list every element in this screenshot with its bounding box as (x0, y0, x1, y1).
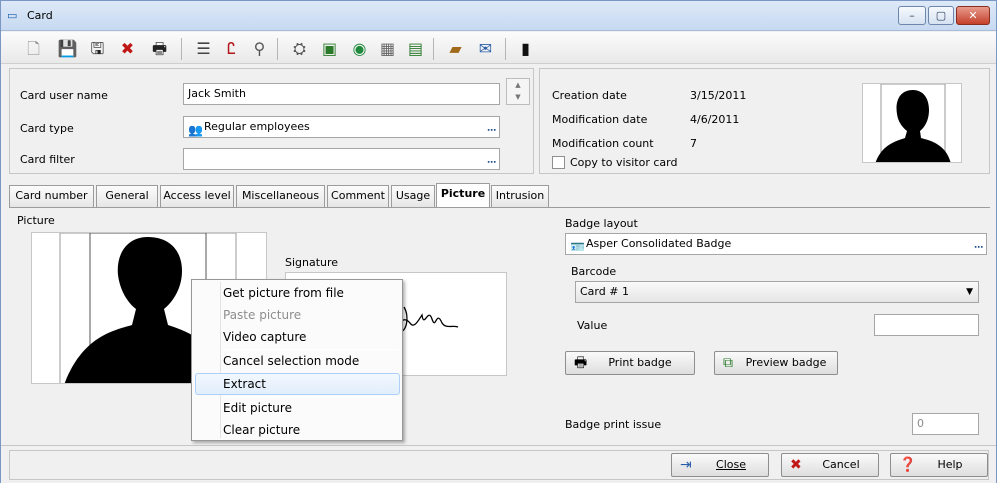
user-name-spinner[interactable]: ▲ ▼ (506, 78, 530, 105)
creation-date-value: 3/15/2011 (690, 89, 747, 102)
tab-miscellaneous[interactable]: Miscellaneous (236, 185, 325, 207)
card-filter-browse-icon[interactable]: ⋯ (487, 153, 496, 173)
badge-layout-icon: 🪪 (570, 240, 585, 254)
close-window-button[interactable]: ✕ (956, 6, 990, 25)
picture-label: Picture (17, 214, 55, 227)
search-icon[interactable]: ⚲ (249, 38, 270, 59)
help-label: Help (937, 458, 963, 471)
folder-icon[interactable]: ▰ (445, 38, 466, 59)
footer-bar: ⇥ Close ✖ Cancel ❓ Help (1, 445, 996, 483)
tab-general[interactable]: General (96, 185, 158, 207)
card-user-name-label: Card user name (20, 89, 108, 102)
tab-picture[interactable]: Picture (436, 183, 490, 208)
barcode-label: Barcode (571, 265, 617, 278)
badge-print-issue-label: Badge print issue (565, 418, 662, 431)
cancel-button[interactable]: ✖ Cancel (781, 453, 879, 477)
card-icon: ▭ (7, 9, 18, 22)
card-photo-thumbnail (862, 83, 962, 163)
person-silhouette-icon (875, 84, 951, 162)
badge-layout-browse-icon[interactable]: ⋯ (974, 238, 983, 258)
menu-extract[interactable]: Extract (223, 373, 266, 395)
maximize-button[interactable]: ▢ (928, 6, 954, 25)
badge-icon[interactable]: ⛭ (289, 38, 310, 59)
tab-usage[interactable]: Usage (391, 185, 435, 207)
menu-edit-picture[interactable]: Edit picture (223, 397, 292, 419)
preview-badge-button[interactable]: ⧉ Preview badge (714, 351, 838, 375)
card-user-name-field[interactable]: Jack Smith (183, 83, 500, 105)
badge-layout-field[interactable]: 🪪 Asper Consolidated Badge ⋯ (565, 233, 987, 255)
barcode-value: Card # 1 (580, 285, 629, 298)
badge-layout-label: Badge layout (565, 217, 638, 230)
card-filter-label: Card filter (20, 153, 75, 166)
new-icon[interactable]: 🗋 (23, 38, 44, 59)
modification-count-label: Modification count (552, 137, 654, 150)
modification-date-value: 4/6/2011 (690, 113, 740, 126)
close-label: Close (716, 458, 746, 471)
card-window: ▭ Card – ▢ ✕ 🗋 💾 🖫 ✖ 🖶 ☰ Ꮭ ⚲ ⛭ ▣ ◉ ▦ ▤ ▰… (0, 0, 997, 483)
copy-to-visitor-checkbox[interactable] (552, 156, 565, 169)
chevron-down-icon: ▼ (966, 287, 973, 297)
list-icon[interactable]: ☰ (193, 38, 214, 59)
window-title: Card (27, 9, 53, 22)
card-type-browse-icon[interactable]: ⋯ (487, 121, 496, 141)
help-button[interactable]: ❓ Help (890, 453, 988, 477)
signature-label: Signature (285, 256, 339, 269)
title-bar: ▭ Card – ▢ ✕ (1, 1, 996, 31)
menu-cancel-selection-mode[interactable]: Cancel selection mode (223, 350, 359, 372)
copy-to-visitor-label: Copy to visitor card (570, 156, 678, 169)
card-type-label: Card type (20, 122, 74, 135)
print-badge-button[interactable]: 🖶 Print badge (565, 351, 695, 375)
export-icon[interactable]: ▣ (319, 38, 340, 59)
tab-access-level[interactable]: Access level (160, 185, 234, 207)
door-icon[interactable]: ▮ (515, 38, 536, 59)
picture-context-menu: Get picture from file Paste picture Vide… (191, 279, 403, 441)
card-fields-panel: Card user name Jack Smith ▲ ▼ Card type 👥… (9, 68, 534, 174)
modification-count-value: 7 (690, 137, 697, 150)
refresh-icon[interactable]: ◉ (349, 38, 370, 59)
link-icon[interactable]: Ꮭ (221, 38, 242, 59)
chart-icon[interactable]: ▤ (405, 38, 426, 59)
print-badge-label: Print badge (608, 356, 672, 369)
tab-intrusion[interactable]: Intrusion (491, 185, 549, 207)
badge-layout-value: Asper Consolidated Badge (586, 237, 732, 250)
creation-date-label: Creation date (552, 89, 627, 102)
menu-video-capture[interactable]: Video capture (223, 326, 306, 348)
badge-print-issue-field: 0 (912, 413, 979, 435)
minimize-button[interactable]: – (898, 6, 926, 25)
save-close-icon[interactable]: 🖫 (87, 38, 108, 59)
menu-paste-picture[interactable]: Paste picture (223, 304, 301, 326)
value-label: Value (577, 319, 608, 332)
tab-card-number[interactable]: Card number (9, 185, 94, 207)
mail-icon[interactable]: ✉ (475, 38, 496, 59)
print-icon[interactable]: 🖶 (149, 38, 170, 59)
delete-icon[interactable]: ✖ (117, 38, 138, 59)
menu-clear-picture[interactable]: Clear picture (223, 419, 300, 441)
modification-date-label: Modification date (552, 113, 648, 126)
toolbar: 🗋 💾 🖫 ✖ 🖶 ☰ Ꮭ ⚲ ⛭ ▣ ◉ ▦ ▤ ▰ ✉ ▮ (1, 32, 996, 64)
card-filter-field[interactable]: ⋯ (183, 148, 500, 170)
value-field[interactable] (874, 314, 979, 336)
card-type-value: Regular employees (204, 120, 310, 133)
barcode-select[interactable]: Card # 1 ▼ (575, 281, 979, 303)
grid-icon[interactable]: ▦ (377, 38, 398, 59)
tab-comment[interactable]: Comment (327, 185, 389, 207)
card-type-field[interactable]: 👥 Regular employees ⋯ (183, 116, 500, 138)
save-icon[interactable]: 💾 (57, 38, 78, 59)
picture-tab-content: Picture Signature Badge layout 🪪 Asper C… (9, 207, 990, 444)
close-button[interactable]: ⇥ Close (671, 453, 769, 477)
card-info-panel: Creation date 3/15/2011 Modification dat… (539, 68, 990, 174)
menu-get-picture-from-file[interactable]: Get picture from file (223, 282, 344, 304)
cancel-label: Cancel (822, 458, 860, 471)
employees-icon: 👥 (188, 123, 203, 137)
preview-badge-label: Preview badge (745, 356, 827, 369)
